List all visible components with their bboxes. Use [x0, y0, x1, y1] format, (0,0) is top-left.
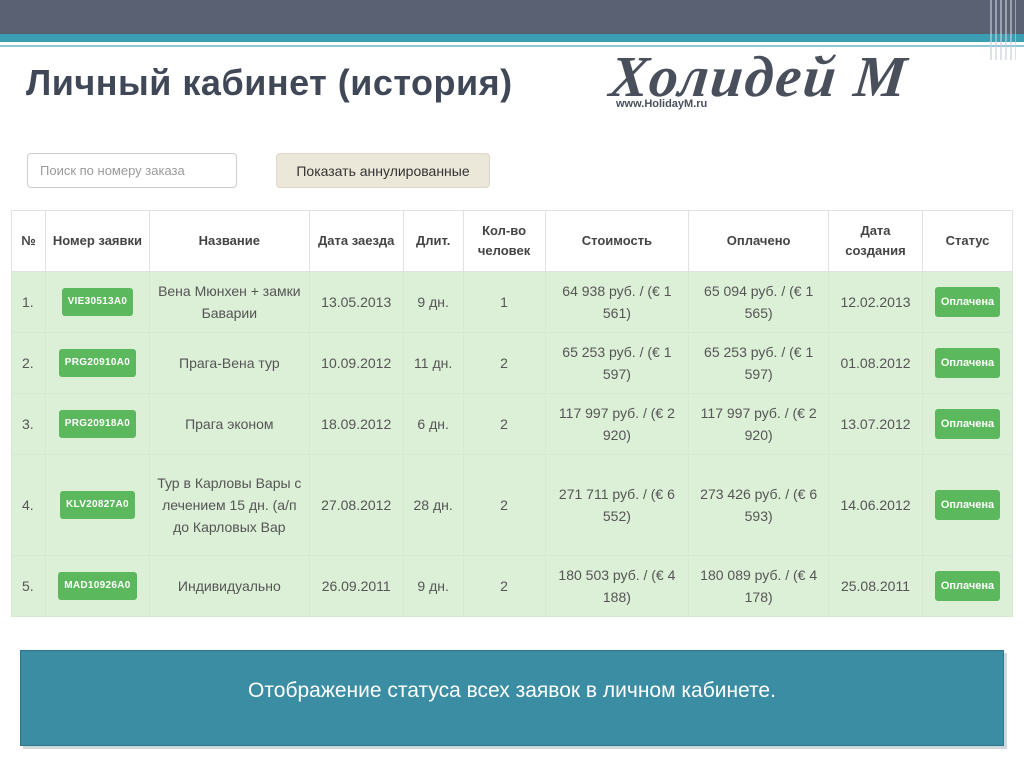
cell-order-no: VIE30513A0 — [44, 271, 150, 333]
caption-text: Отображение статуса всех заявок в личном… — [248, 679, 776, 702]
order-code-badge[interactable]: KLV20827A0 — [60, 491, 135, 519]
cell-persons: 1 — [462, 271, 546, 333]
cell-cost: 180 503 руб. / (€ 4 188) — [544, 555, 690, 617]
cell-order-no: KLV20827A0 — [44, 454, 150, 556]
cell-cost: 271 711 руб. / (€ 6 552) — [544, 454, 690, 556]
cell-order-no: PRG20910A0 — [44, 332, 150, 394]
cell-created: 13.07.2012 — [828, 393, 923, 455]
cell-persons: 2 — [462, 332, 546, 394]
col-header-paid: Оплачено — [688, 210, 830, 272]
orders-table: № Номер заявки Название Дата заезда Длит… — [11, 210, 1014, 617]
cell-cost: 64 938 руб. / (€ 1 561) — [544, 271, 690, 333]
cell-num: 4. — [11, 454, 46, 556]
cell-status: Оплачена — [921, 271, 1014, 333]
cell-created: 01.08.2012 — [828, 332, 923, 394]
col-header-order-no: Номер заявки — [44, 210, 150, 272]
logo-url: www.HolidayM.ru — [616, 98, 708, 110]
show-cancelled-button[interactable]: Показать аннулированные — [276, 153, 490, 188]
cell-name: Прага-Вена тур — [148, 332, 310, 394]
order-code-badge[interactable]: PRG20910A0 — [58, 349, 137, 377]
status-badge: Оплачена — [934, 490, 1001, 520]
order-code-badge[interactable]: VIE30513A0 — [61, 288, 134, 316]
cell-persons: 2 — [462, 454, 546, 556]
cell-name: Индивидуально — [148, 555, 310, 617]
cell-paid: 65 094 руб. / (€ 1 565) — [688, 271, 830, 333]
cell-duration: 28 дн. — [402, 454, 464, 556]
cell-order-no: PRG20918A0 — [44, 393, 150, 455]
cell-duration: 9 дн. — [402, 271, 464, 333]
cell-paid: 273 426 руб. / (€ 6 593) — [688, 454, 830, 556]
cell-duration: 6 дн. — [402, 393, 464, 455]
cell-name: Тур в Карловы Вары с лечением 15 дн. (а/… — [148, 454, 310, 556]
cell-checkin: 13.05.2013 — [308, 271, 404, 333]
col-header-status: Статус — [921, 210, 1014, 272]
status-badge: Оплачена — [934, 348, 1001, 378]
company-logo: Холидей М www.HolidayM.ru — [607, 44, 1010, 116]
table-header-row: № Номер заявки Название Дата заезда Длит… — [11, 210, 1014, 272]
caption-box: Отображение статуса всех заявок в личном… — [20, 650, 1004, 746]
top-accent-bar — [0, 34, 1024, 42]
page-title: Личный кабинет (история) — [26, 62, 513, 103]
cell-paid: 117 997 руб. / (€ 2 920) — [688, 393, 830, 455]
col-header-created: Дата создания — [828, 210, 923, 272]
cell-checkin: 18.09.2012 — [308, 393, 404, 455]
cell-checkin: 26.09.2011 — [308, 555, 404, 617]
col-header-num: № — [11, 210, 46, 272]
status-badge: Оплачена — [934, 287, 1001, 317]
cell-num: 3. — [11, 393, 46, 455]
col-header-duration: Длит. — [402, 210, 464, 272]
cell-paid: 180 089 руб. / (€ 4 178) — [688, 555, 830, 617]
cell-status: Оплачена — [921, 555, 1014, 617]
col-header-cost: Стоимость — [544, 210, 690, 272]
cell-name: Вена Мюнхен + замки Баварии — [148, 271, 310, 333]
table-row[interactable]: 2. PRG20910A0 Прага-Вена тур 10.09.2012 … — [11, 332, 1014, 394]
cell-created: 25.08.2011 — [828, 555, 923, 617]
cell-status: Оплачена — [921, 332, 1014, 394]
col-header-persons: Кол-во человек — [462, 210, 546, 272]
cell-checkin: 27.08.2012 — [308, 454, 404, 556]
cell-status: Оплачена — [921, 454, 1014, 556]
cell-num: 5. — [11, 555, 46, 617]
cell-created: 12.02.2013 — [828, 271, 923, 333]
cell-status: Оплачена — [921, 393, 1014, 455]
status-badge: Оплачена — [934, 571, 1001, 601]
cell-persons: 2 — [462, 555, 546, 617]
cell-cost: 117 997 руб. / (€ 2 920) — [544, 393, 690, 455]
cell-created: 14.06.2012 — [828, 454, 923, 556]
cell-persons: 2 — [462, 393, 546, 455]
table-row[interactable]: 1. VIE30513A0 Вена Мюнхен + замки Бавари… — [11, 271, 1014, 333]
search-input[interactable] — [27, 153, 237, 188]
status-badge: Оплачена — [934, 409, 1001, 439]
cell-name: Прага эконом — [148, 393, 310, 455]
order-code-badge[interactable]: PRG20918A0 — [58, 410, 137, 438]
cell-paid: 65 253 руб. / (€ 1 597) — [688, 332, 830, 394]
col-header-name: Название — [148, 210, 310, 272]
order-code-badge[interactable]: MAD10926A0 — [58, 572, 137, 600]
cell-num: 1. — [11, 271, 46, 333]
cell-duration: 9 дн. — [402, 555, 464, 617]
table-row[interactable]: 3. PRG20918A0 Прага эконом 18.09.2012 6 … — [11, 393, 1014, 455]
cell-num: 2. — [11, 332, 46, 394]
cell-cost: 65 253 руб. / (€ 1 597) — [544, 332, 690, 394]
table-row[interactable]: 5. MAD10926A0 Индивидуально 26.09.2011 9… — [11, 555, 1014, 617]
cell-checkin: 10.09.2012 — [308, 332, 404, 394]
top-banner — [0, 0, 1024, 34]
table-row[interactable]: 4. KLV20827A0 Тур в Карловы Вары с лечен… — [11, 454, 1014, 556]
col-header-checkin: Дата заезда — [308, 210, 404, 272]
cell-order-no: MAD10926A0 — [44, 555, 150, 617]
cell-duration: 11 дн. — [402, 332, 464, 394]
